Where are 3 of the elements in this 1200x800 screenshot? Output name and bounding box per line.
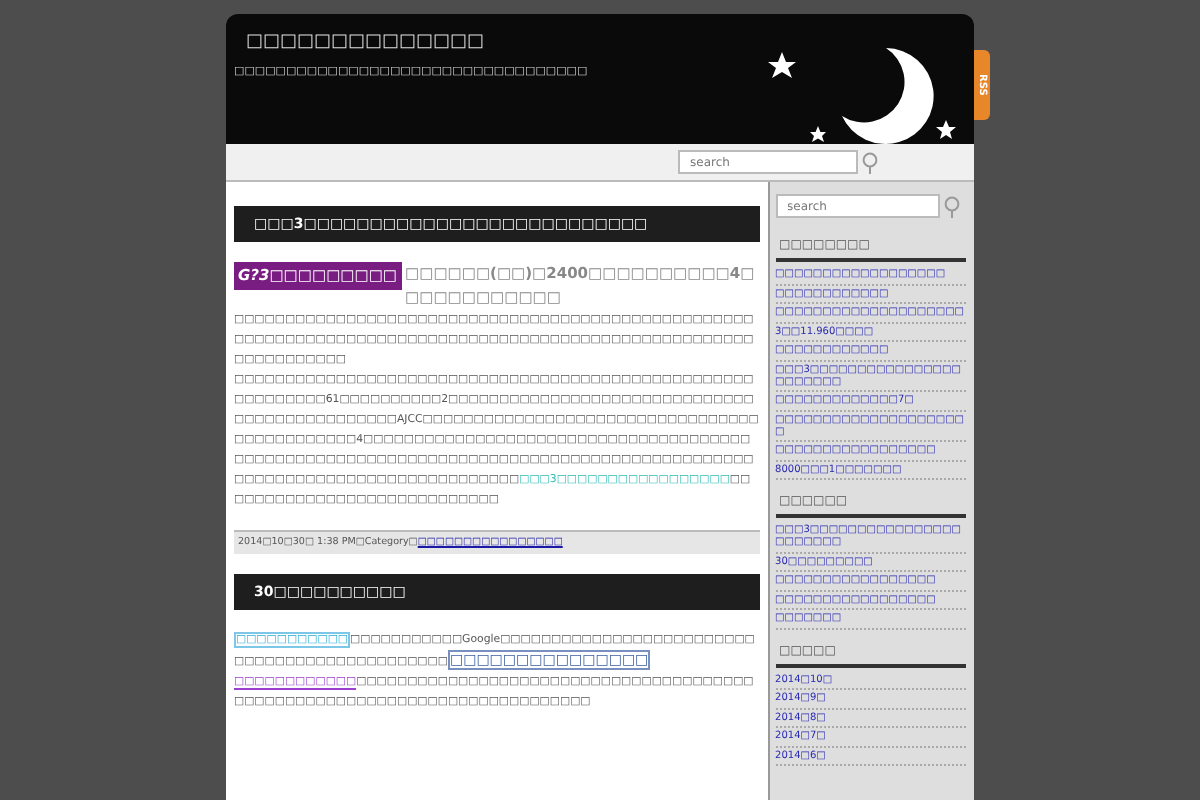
search-icon xyxy=(943,195,960,217)
site-title[interactable]: □□□□□□□□□□□□□□ xyxy=(234,32,588,52)
search-icon xyxy=(862,151,878,173)
